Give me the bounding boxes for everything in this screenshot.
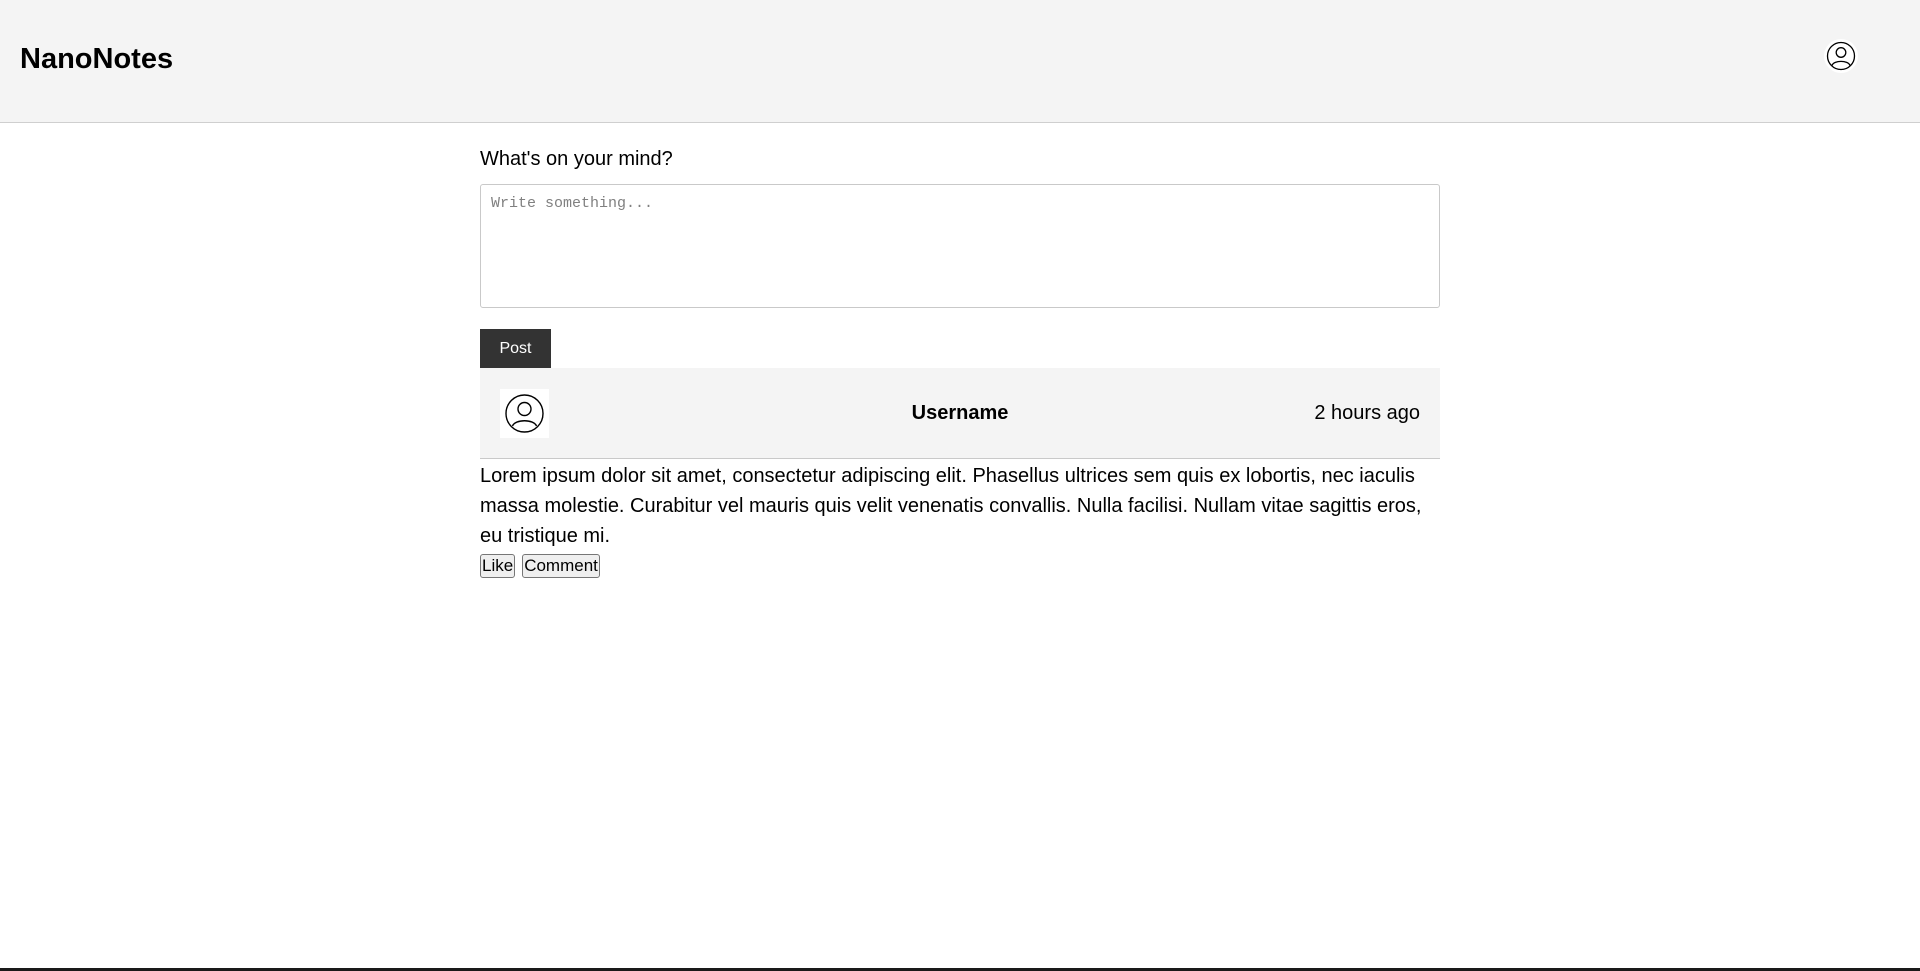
app-title: NanoNotes xyxy=(20,43,174,75)
composer-label: What's on your mind? xyxy=(480,148,673,170)
post-actions: Like Comment xyxy=(480,554,1440,578)
post-header: Username 2 hours ago xyxy=(480,368,1440,459)
app-header: NanoNotes xyxy=(0,0,1920,123)
user-circle-icon xyxy=(1826,41,1856,71)
post-button[interactable]: Post xyxy=(480,329,551,368)
comment-button[interactable]: Comment xyxy=(522,554,600,578)
post-body: Lorem ipsum dolor sit amet, consectetur … xyxy=(480,465,1422,547)
post-input[interactable] xyxy=(480,184,1440,308)
post-username: Username xyxy=(911,402,1009,424)
post-timestamp: 2 hours ago xyxy=(1314,402,1420,424)
post-card: Username 2 hours ago Lorem ipsum dolor s… xyxy=(480,368,1440,578)
profile-button[interactable] xyxy=(1824,39,1858,73)
like-button[interactable]: Like xyxy=(480,554,516,578)
